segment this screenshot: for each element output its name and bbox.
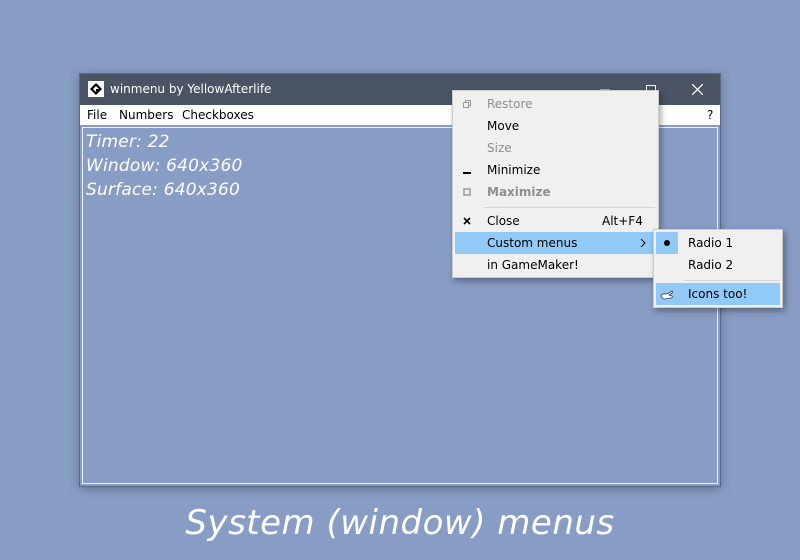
window-title: winmenu by YellowAfterlife (110, 82, 272, 96)
menu-item-custom-menus[interactable]: Custom menus (455, 232, 656, 254)
menu-item-minimize[interactable]: Minimize (455, 159, 656, 181)
menu-item-maximize[interactable]: Maximize (455, 181, 656, 203)
restore-icon (461, 93, 473, 115)
menu-help[interactable]: ? (707, 108, 713, 122)
menu-item-radio-2[interactable]: Radio 2 (656, 254, 780, 276)
window-size-readout: Window: 640x360 (86, 156, 243, 176)
menu-item-close[interactable]: Close Alt+F4 (455, 210, 656, 232)
system-menu: Restore Move Size Minimize Maximize Clos… (452, 90, 659, 278)
menu-item-restore[interactable]: Restore (455, 93, 656, 115)
timer-readout: Timer: 22 (86, 132, 170, 152)
custom-submenu: Radio 1 Radio 2 Icons too! (653, 229, 783, 308)
close-icon (461, 210, 473, 232)
menu-item-move[interactable]: Move (455, 115, 656, 137)
menu-numbers[interactable]: Numbers (119, 108, 173, 122)
radio-dot-icon (656, 232, 678, 254)
close-icon (691, 80, 703, 99)
minimize-icon (461, 159, 473, 181)
menu-item-icons-too[interactable]: Icons too! (656, 283, 780, 305)
menu-separator (684, 280, 779, 281)
menu-checkboxes[interactable]: Checkboxes (182, 108, 254, 122)
menu-item-gamemaker[interactable]: in GameMaker! (455, 254, 656, 276)
surface-size-readout: Surface: 640x360 (86, 180, 241, 200)
caption: System (window) menus (185, 503, 615, 543)
menu-item-size[interactable]: Size (455, 137, 656, 159)
close-shortcut: Alt+F4 (602, 214, 643, 228)
menu-separator (483, 207, 655, 208)
menu-file[interactable]: File (87, 108, 107, 122)
gamemaker-logo-icon (88, 81, 104, 97)
chevron-right-icon (639, 232, 647, 254)
hand-icon (659, 283, 675, 305)
menu-item-radio-1[interactable]: Radio 1 (656, 232, 780, 254)
maximize-icon (461, 181, 473, 203)
close-button[interactable] (674, 74, 720, 105)
